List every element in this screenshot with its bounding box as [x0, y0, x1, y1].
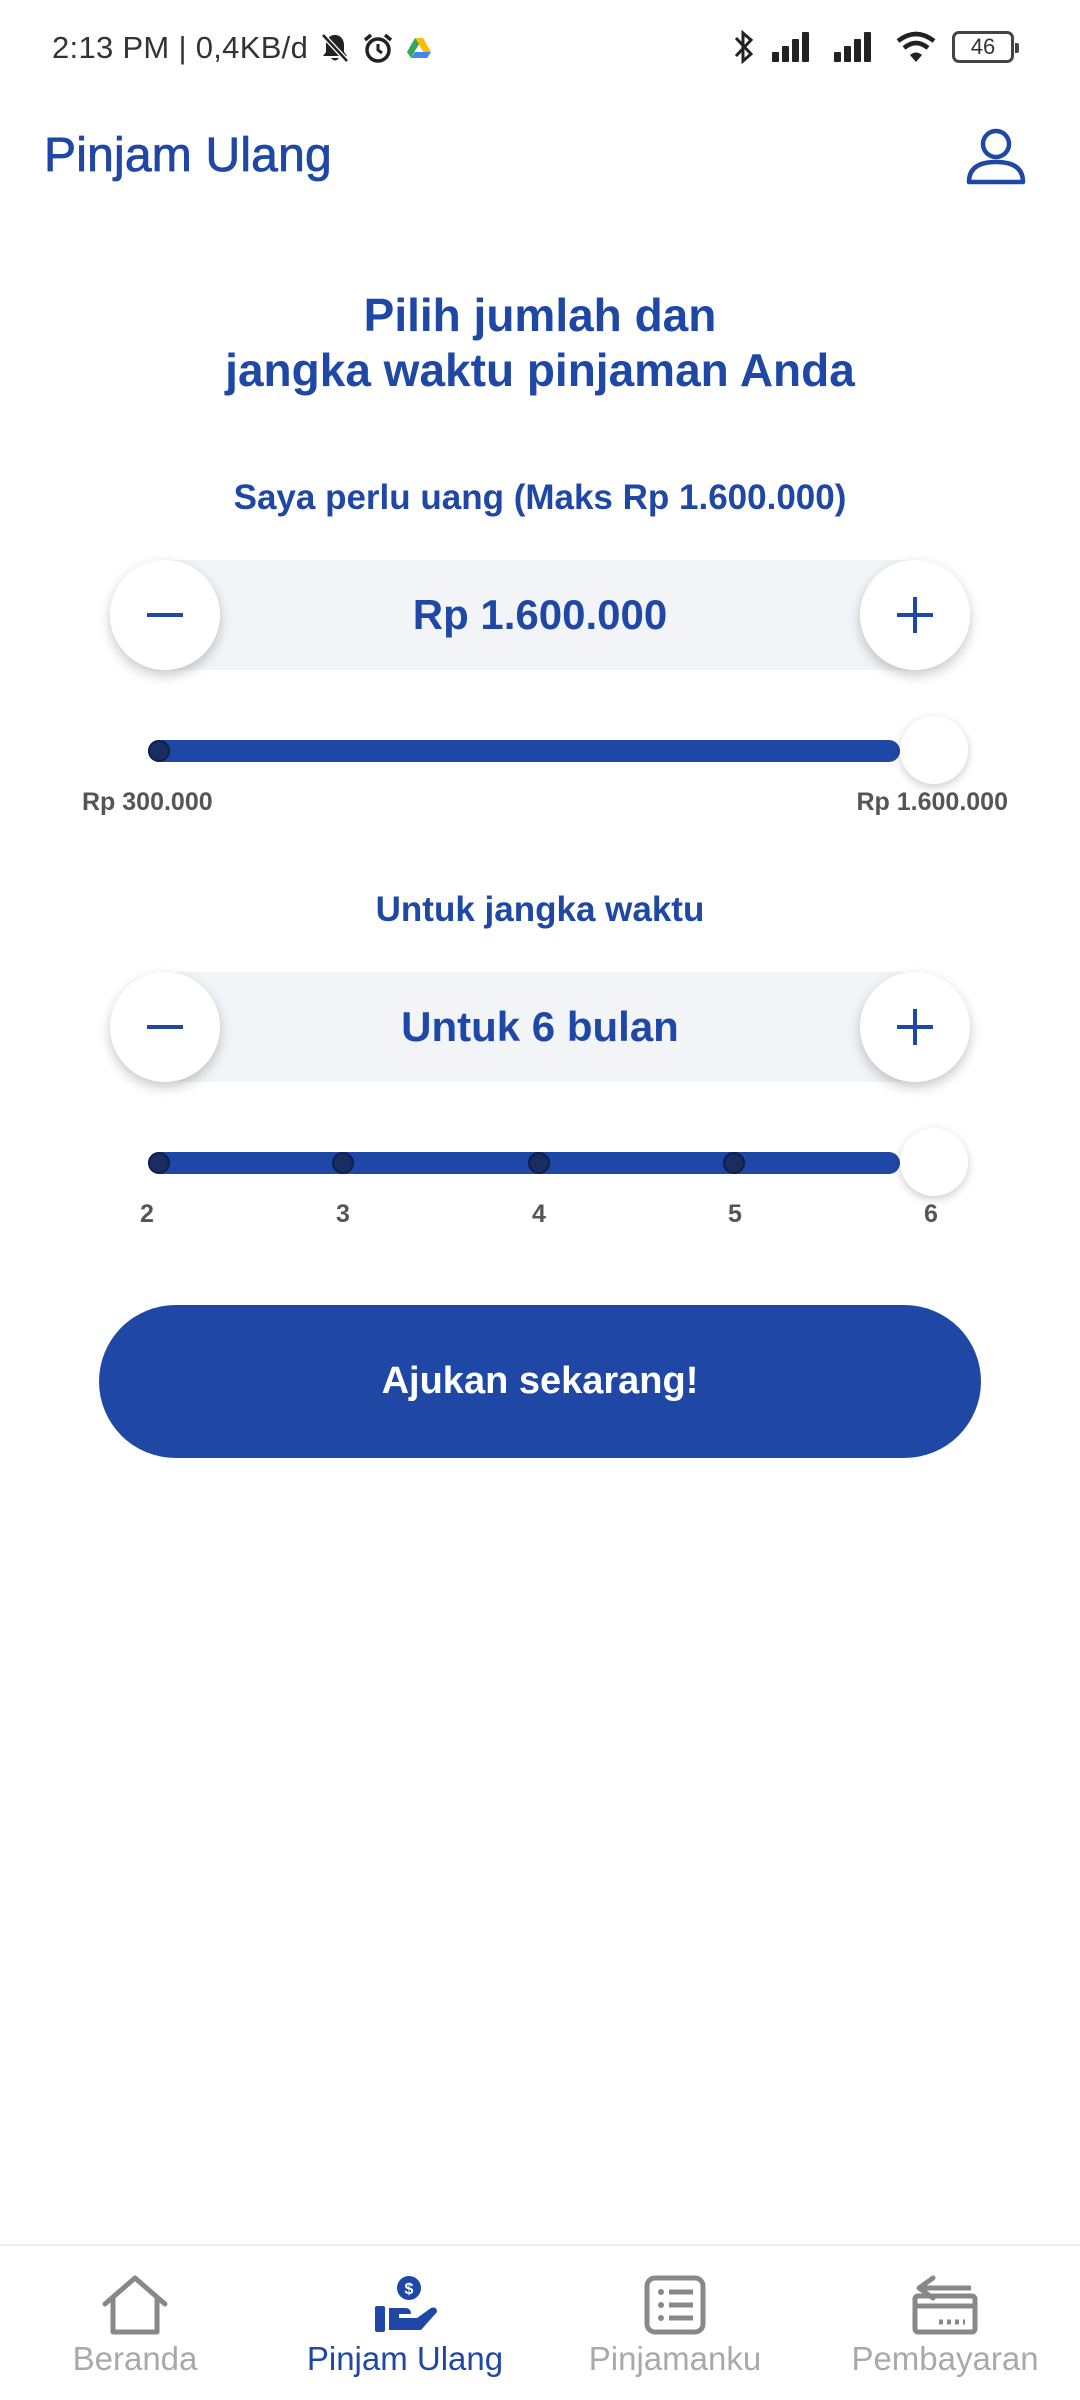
amount-decrease-button[interactable] — [110, 560, 220, 670]
nav-label: Pembayaran — [851, 2340, 1039, 2377]
nav-item-beranda[interactable]: Beranda — [0, 2274, 270, 2378]
term-stepper: Untuk 6 bulan — [110, 972, 970, 1082]
term-slider-thumb[interactable] — [900, 1128, 968, 1196]
signal-icon — [834, 32, 871, 62]
submit-button[interactable]: Ajukan sekarang! — [99, 1305, 981, 1458]
term-decrease-button[interactable] — [110, 972, 220, 1082]
term-value: Untuk 6 bulan — [401, 1003, 679, 1050]
headline-line-2: jangka waktu pinjaman Anda — [225, 344, 855, 396]
nav-item-pembayaran[interactable]: Pembayaran — [810, 2274, 1080, 2378]
status-time: 2:13 PM | 0,4KB/d — [52, 30, 309, 65]
nav-item-pinjam-ulang[interactable]: $ Pinjam Ulang — [270, 2274, 540, 2378]
term-label: Untuk jangka waktu — [375, 890, 705, 929]
term-increase-button[interactable] — [860, 972, 970, 1082]
amount-slider[interactable] — [148, 712, 968, 784]
slider-dot — [148, 1152, 170, 1174]
term-slider[interactable] — [148, 1124, 968, 1196]
amount-increase-button[interactable] — [860, 560, 970, 670]
plus-icon — [897, 1009, 933, 1045]
term-tick-label: 4 — [532, 1200, 546, 1228]
user-icon[interactable] — [964, 124, 1028, 188]
minus-icon — [147, 613, 183, 617]
battery-icon: 46 — [952, 31, 1019, 63]
term-tick-label: 2 — [140, 1200, 154, 1228]
payment-icon — [912, 2275, 978, 2335]
term-tick-label: 5 — [728, 1200, 742, 1228]
status-left: 2:13 PM | 0,4KB/d — [52, 30, 432, 66]
home-icon — [102, 2275, 168, 2335]
list-icon — [644, 2275, 706, 2335]
drive-icon — [407, 38, 432, 58]
wifi-icon — [896, 31, 936, 62]
headline: Pilih jumlah dan jangka waktu pinjaman A… — [0, 288, 1080, 398]
term-tick-label: 6 — [924, 1200, 938, 1228]
battery-level: 46 — [970, 34, 996, 59]
slider-dot — [723, 1152, 745, 1174]
status-bar: 2:13 PM | 0,4KB/d 46 — [0, 0, 1080, 100]
plus-icon — [897, 597, 933, 633]
nav-label: Pinjam Ulang — [306, 2340, 504, 2377]
nav-item-pinjamanku[interactable]: Pinjamanku — [540, 2274, 810, 2378]
slider-dot — [528, 1152, 550, 1174]
bottom-nav: Beranda $ Pinjam Ulang Pinjamanku Pembay… — [0, 2244, 1080, 2400]
alarm-icon — [364, 33, 393, 63]
signal-icon — [772, 32, 809, 62]
bluetooth-icon — [734, 29, 754, 65]
amount-slider-bar — [148, 740, 900, 762]
amount-stepper: Rp 1.600.000 — [110, 560, 970, 670]
amount-label: Saya perlu uang (Maks Rp 1.600.000) — [233, 478, 847, 517]
amount-value: Rp 1.600.000 — [412, 591, 668, 638]
page-title: Pinjam Ulang — [44, 129, 332, 183]
loan-hand-icon: $ — [375, 2276, 437, 2332]
amount-slider-thumb[interactable] — [900, 716, 968, 784]
svg-text:$: $ — [405, 2281, 414, 2298]
mute-icon — [321, 33, 349, 63]
slider-dot — [148, 740, 170, 762]
slider-dot — [332, 1152, 354, 1174]
amount-min-label: Rp 300.000 — [82, 788, 213, 816]
headline-line-1: Pilih jumlah dan — [363, 289, 717, 341]
status-right: 46 — [732, 28, 1019, 66]
amount-max-label: Rp 1.600.000 — [856, 788, 1009, 816]
minus-icon — [147, 1025, 183, 1029]
nav-label: Beranda — [72, 2340, 198, 2377]
term-slider-bar — [148, 1152, 900, 1174]
nav-label: Pinjamanku — [588, 2340, 762, 2377]
term-tick-label: 3 — [336, 1200, 350, 1228]
